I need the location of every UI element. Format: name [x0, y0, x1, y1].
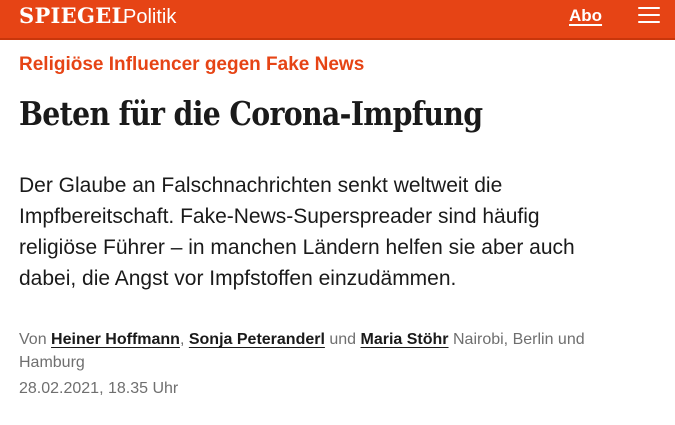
byline-conjunction: und: [329, 331, 357, 348]
article-kicker: Religiöse Influencer gegen Fake News: [19, 54, 365, 75]
menu-bar: [638, 14, 660, 16]
section-link-politik[interactable]: Politik: [123, 5, 176, 29]
author-link-maria-stoehr[interactable]: Maria Stöhr: [361, 331, 449, 348]
byline-line-2: Hamburg: [19, 354, 85, 371]
article-teaser: Der Glaube an Falschnachrichten senkt we…: [19, 170, 659, 294]
author-link-heiner-hoffmann[interactable]: Heiner Hoffmann: [51, 331, 180, 348]
byline-prefix: Von: [19, 331, 47, 348]
article-headline: Beten für die Corona-Impfung: [19, 94, 483, 133]
byline-line-1: Von Heiner Hoffmann, Sonja Peteranderl u…: [19, 328, 659, 351]
article-byline: Von Heiner Hoffmann, Sonja Peteranderl u…: [19, 328, 659, 374]
byline-locations: Nairobi, Berlin und: [452, 331, 585, 348]
teaser-line: Impfbereitschaft. Fake-News-Superspreade…: [19, 205, 540, 228]
menu-bar: [638, 7, 660, 9]
teaser-line: dabei, die Angst vor Impfstoffen einzudä…: [19, 267, 457, 290]
abo-link[interactable]: Abo: [569, 5, 602, 27]
byline-separator: ,: [179, 331, 185, 348]
spiegel-logo[interactable]: SPIEGEL: [19, 4, 127, 28]
teaser-line: Der Glaube an Falschnachrichten senkt we…: [19, 174, 503, 197]
hamburger-menu-icon[interactable]: [638, 7, 662, 25]
menu-bar: [638, 21, 660, 23]
top-navigation-bar: SPIEGEL Politik Abo: [0, 0, 675, 40]
article-date: 28.02.2021, 18.35 Uhr: [19, 380, 179, 397]
author-link-sonja-peteranderl[interactable]: Sonja Peteranderl: [189, 331, 325, 348]
teaser-line: religiöse Führer – in manchen Ländern he…: [19, 236, 575, 259]
